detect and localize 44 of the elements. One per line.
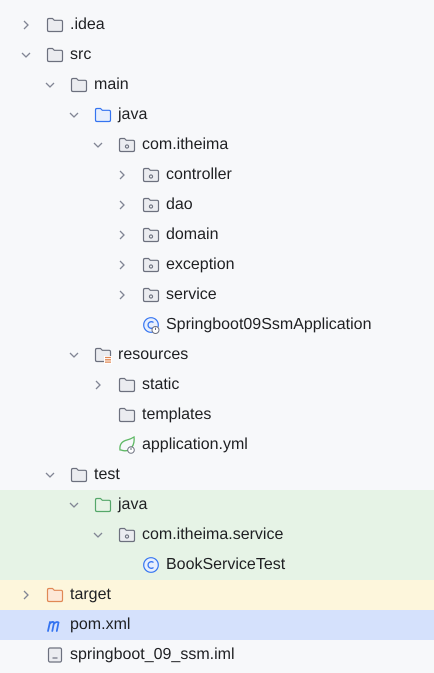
tree-item[interactable]: resources: [0, 340, 434, 370]
item-label: service: [166, 286, 217, 304]
tree-item[interactable]: java: [0, 100, 434, 130]
tree-item[interactable]: pom.xml: [0, 610, 434, 640]
item-label: com.itheima: [142, 136, 228, 154]
item-label: controller: [166, 166, 232, 184]
tree-item[interactable]: src: [0, 40, 434, 70]
tree-item[interactable]: com.itheima.service: [0, 520, 434, 550]
item-label: Springboot09SsmApplication: [166, 316, 372, 334]
item-label: java: [118, 496, 148, 514]
item-label: java: [118, 106, 148, 124]
item-label: BookServiceTest: [166, 556, 286, 574]
tree-item[interactable]: BookServiceTest: [0, 550, 434, 580]
tree-item[interactable]: springboot_09_ssm.iml: [0, 640, 434, 670]
tree-item[interactable]: static: [0, 370, 434, 400]
item-label: resources: [118, 346, 188, 364]
tree-item[interactable]: java: [0, 490, 434, 520]
tree-item[interactable]: domain: [0, 220, 434, 250]
tree-item[interactable]: com.itheima: [0, 130, 434, 160]
tree-item[interactable]: service: [0, 280, 434, 310]
tree-item[interactable]: test: [0, 460, 434, 490]
item-label: .idea: [70, 16, 105, 34]
item-label: domain: [166, 226, 218, 244]
item-label: dao: [166, 196, 193, 214]
tree-item[interactable]: templates: [0, 400, 434, 430]
tree-item[interactable]: controller: [0, 160, 434, 190]
tree-item[interactable]: Springboot09SsmApplication: [0, 310, 434, 340]
tree-item[interactable]: exception: [0, 250, 434, 280]
item-label: pom.xml: [70, 616, 130, 634]
item-label: springboot_09_ssm.iml: [70, 646, 235, 664]
tree-item[interactable]: main: [0, 70, 434, 100]
item-label: test: [94, 466, 120, 484]
tree-item[interactable]: target: [0, 580, 434, 610]
item-label: static: [142, 376, 180, 394]
item-label: application.yml: [142, 436, 248, 454]
item-label: templates: [142, 406, 212, 424]
tree-item[interactable]: .idea: [0, 10, 434, 40]
item-label: target: [70, 586, 111, 604]
item-label: main: [94, 76, 129, 94]
tree-item[interactable]: application.yml: [0, 430, 434, 460]
item-label: src: [70, 46, 92, 64]
item-label: exception: [166, 256, 234, 274]
item-label: com.itheima.service: [142, 526, 284, 544]
tree-item[interactable]: dao: [0, 190, 434, 220]
